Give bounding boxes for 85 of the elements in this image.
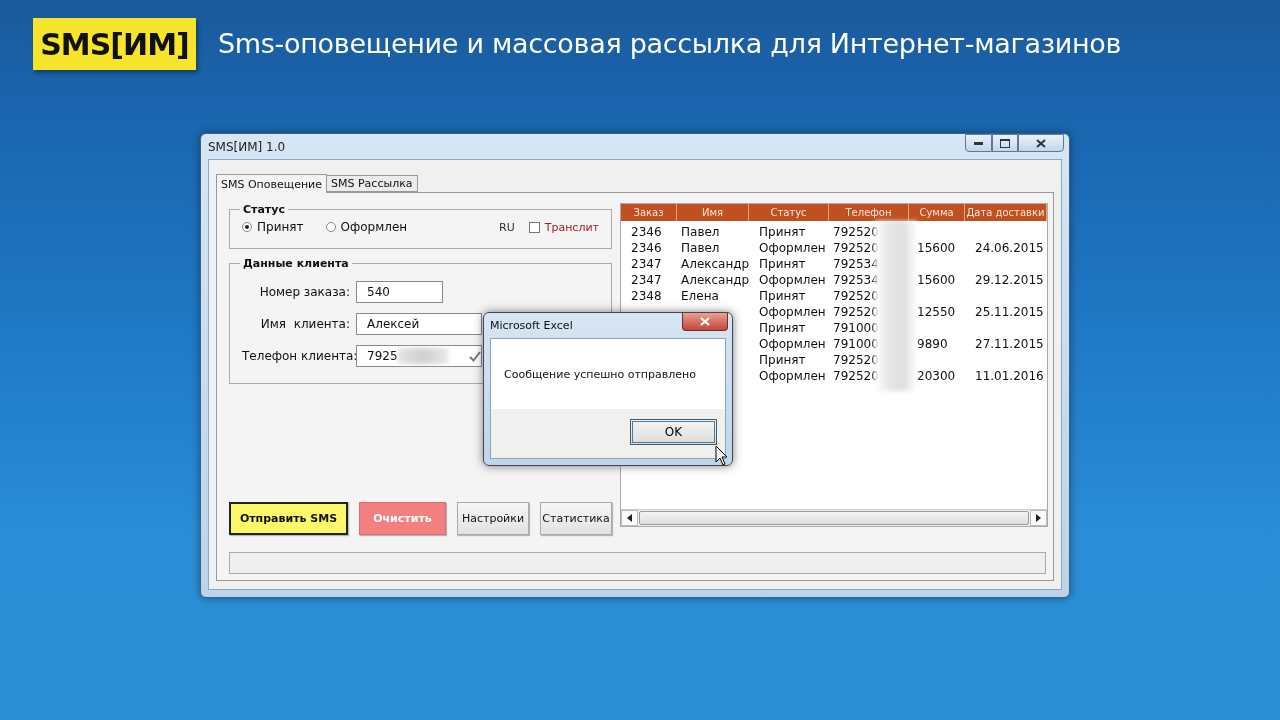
- input-field[interactable]: 7925: [356, 345, 482, 367]
- table-cell: 792520: [833, 289, 879, 303]
- table-cell: 27.11.2015: [975, 337, 1044, 351]
- blurred-area: [397, 348, 448, 364]
- table-cell: 15600: [917, 273, 956, 287]
- dialog-title: Microsoft Excel: [490, 319, 573, 332]
- column-header: Статус: [749, 204, 829, 221]
- table-cell: 792520: [833, 225, 879, 239]
- radio-button[interactable]: [242, 222, 252, 232]
- table-cell: 2346: [631, 241, 662, 255]
- input-field[interactable]: 540: [356, 281, 443, 303]
- tab[interactable]: SMS Рассылка: [327, 175, 418, 192]
- action-button[interactable]: Настройки: [457, 502, 529, 535]
- scrollbar-thumb[interactable]: [639, 511, 1029, 525]
- maximize-button[interactable]: [992, 134, 1018, 152]
- table-cell: 792534: [833, 257, 879, 271]
- table-cell: 24.06.2015: [975, 241, 1044, 255]
- table-cell: 791000: [833, 337, 879, 351]
- table-cell: 15600: [917, 241, 956, 255]
- logo: SMS[ИМ]: [33, 18, 196, 70]
- table-cell: Павел: [681, 241, 720, 255]
- left-arrow-icon: [627, 514, 632, 522]
- table-cell: 9890: [917, 337, 948, 351]
- table-cell: 11.01.2016: [975, 369, 1044, 383]
- table-cell: 12550: [917, 305, 956, 319]
- group-title: Статус: [242, 203, 286, 216]
- scroll-left-button[interactable]: [621, 510, 638, 526]
- input-field[interactable]: Алексей: [356, 313, 482, 335]
- group-title: Данные клиента: [242, 257, 350, 270]
- minimize-button[interactable]: [965, 134, 992, 152]
- table-cell: Принят: [759, 321, 806, 335]
- field-label: Имя клиента:: [259, 317, 351, 331]
- table-cell: 25.11.2015: [975, 305, 1044, 319]
- table-cell: Принят: [759, 289, 806, 303]
- column-header: Заказ: [621, 204, 677, 221]
- column-header: Дата доставки: [965, 204, 1047, 221]
- table-cell: 792520: [833, 353, 879, 367]
- language-label: RU: [499, 220, 515, 234]
- table-cell: 791000: [833, 321, 879, 335]
- table-cell: 792520: [833, 369, 879, 383]
- scroll-right-button[interactable]: [1030, 510, 1047, 526]
- table-cell: Оформлен: [759, 241, 826, 255]
- table-cell: Елена: [681, 289, 719, 303]
- column-header: Имя: [677, 204, 749, 221]
- dialog-message: Сообщение успешно отправлено: [503, 366, 697, 383]
- table-cell: Павел: [681, 225, 720, 239]
- table-cell: Оформлен: [759, 273, 826, 287]
- table-cell: 2347: [631, 257, 662, 271]
- table-cell: Оформлен: [759, 337, 826, 351]
- check-icon: [469, 351, 481, 362]
- table-cell: Оформлен: [759, 369, 826, 383]
- table-cell: Александр: [681, 273, 750, 287]
- right-arrow-icon: [1036, 514, 1041, 522]
- radio-label: Оформлен: [340, 220, 408, 234]
- table-cell: Оформлен: [759, 305, 826, 319]
- field-label: Телефон клиента:: [242, 349, 356, 363]
- checkbox[interactable]: [528, 221, 540, 233]
- radio-label: Принят: [257, 220, 304, 234]
- table-cell: 792534: [833, 273, 879, 287]
- radio-button[interactable]: [325, 222, 336, 232]
- close-button[interactable]: [682, 313, 728, 331]
- field-label: Номер заказа:: [258, 285, 351, 299]
- table-cell: Принят: [759, 257, 806, 271]
- tab[interactable]: SMS Оповещение: [216, 174, 328, 193]
- banner-title: Sms-оповещение и массовая рассылка для Интернет-магазинов: [218, 28, 1122, 59]
- action-button[interactable]: Отправить SMS: [229, 502, 348, 535]
- table-cell: Принят: [759, 225, 806, 239]
- table-cell: 792520: [833, 305, 879, 319]
- table-cell: 2348: [631, 289, 662, 303]
- action-button[interactable]: Статистика: [540, 502, 612, 535]
- maximize-icon: [1000, 138, 1010, 148]
- checkbox-label: Транслит: [544, 220, 599, 234]
- table-cell: 2346: [631, 225, 662, 239]
- table-cell: 2347: [631, 273, 662, 287]
- table-cell: 20300: [917, 369, 956, 383]
- ok-button[interactable]: OK: [630, 419, 717, 445]
- close-icon: [1036, 138, 1046, 148]
- close-icon: [700, 317, 710, 326]
- table-cell: 29.12.2015: [975, 273, 1044, 287]
- window-title: SMS[ИМ] 1.0: [208, 139, 286, 154]
- table-cell: 792520: [833, 241, 879, 255]
- close-button[interactable]: [1018, 134, 1064, 152]
- minimize-icon: [974, 141, 983, 145]
- table-cell: Принят: [759, 353, 806, 367]
- table-cell: Александр: [681, 257, 750, 271]
